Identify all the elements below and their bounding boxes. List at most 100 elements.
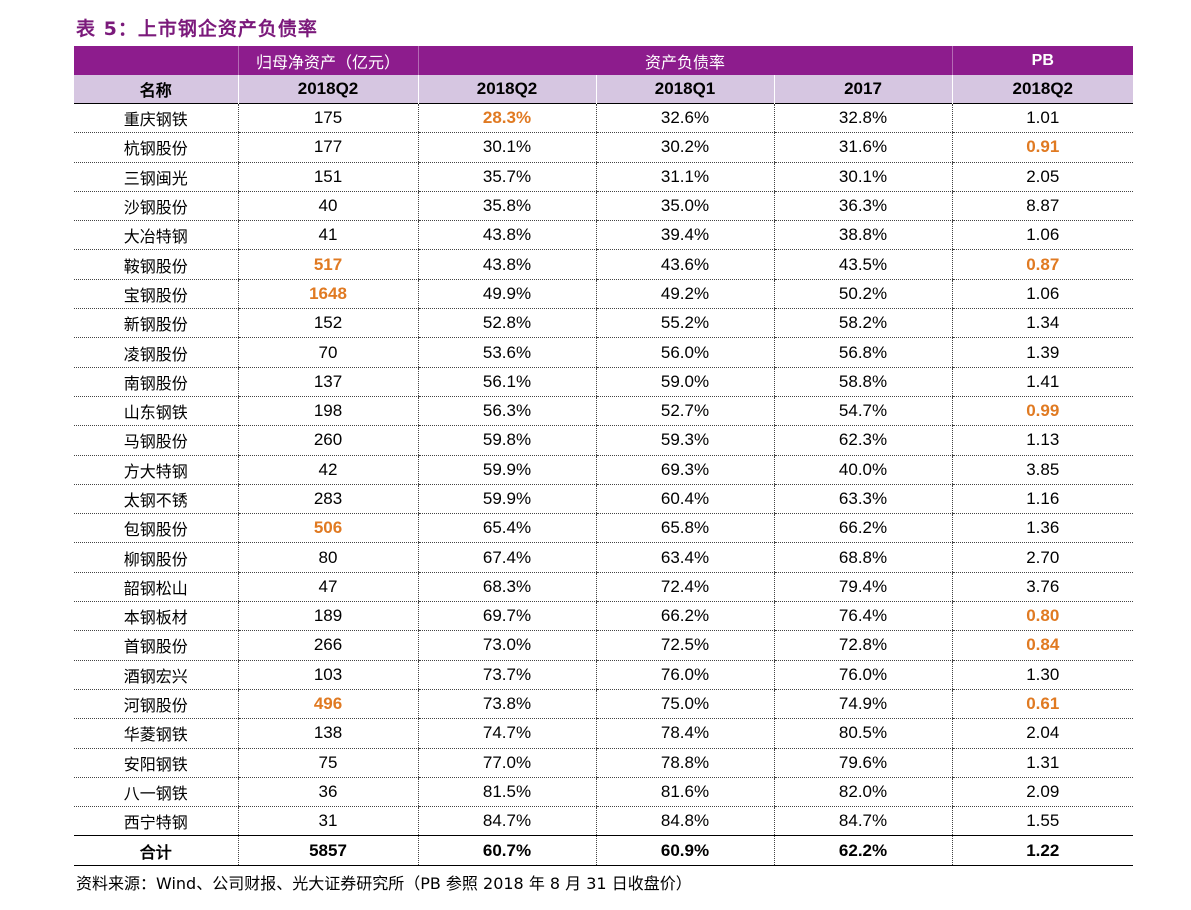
equity-cell: 137 bbox=[237, 367, 418, 397]
pb-cell: 2.04 bbox=[951, 718, 1134, 749]
company-name-cell: 包钢股份 bbox=[74, 513, 238, 544]
pb-cell: 1.36 bbox=[951, 513, 1134, 544]
table-row: 八一钢铁 36 81.5% 81.6% 82.0% 2.09 bbox=[74, 777, 1134, 808]
equity-cell: 75 bbox=[237, 748, 418, 778]
company-name-cell: 大冶特钢 bbox=[74, 220, 238, 251]
debt-2018q1-cell: 78.4% bbox=[595, 718, 774, 749]
table-row: 沙钢股份 40 35.8% 35.0% 36.3% 8.87 bbox=[74, 191, 1134, 222]
debt-2017-cell: 31.6% bbox=[773, 132, 953, 163]
debt-2018q2-cell: 73.7% bbox=[417, 660, 596, 690]
table-row: 杭钢股份 177 30.1% 30.2% 31.6% 0.91 bbox=[74, 132, 1134, 163]
debt-2018q1-cell: 81.6% bbox=[595, 777, 774, 808]
debt-2017-cell: 63.3% bbox=[773, 484, 953, 515]
table-row: 河钢股份 496 73.8% 75.0% 74.9% 0.61 bbox=[74, 689, 1134, 720]
table-row: 柳钢股份 80 67.4% 63.4% 68.8% 2.70 bbox=[74, 542, 1134, 573]
table-row: 太钢不锈 283 59.9% 60.4% 63.3% 1.16 bbox=[74, 484, 1134, 515]
table-row: 宝钢股份 1648 49.9% 49.2% 50.2% 1.06 bbox=[74, 279, 1134, 310]
header-pb-2018q2: 2018Q2 bbox=[951, 75, 1134, 104]
company-name-cell: 南钢股份 bbox=[74, 367, 238, 397]
debt-2018q1-cell: 43.6% bbox=[595, 249, 774, 280]
debt-2018q2-cell: 35.7% bbox=[417, 162, 596, 192]
total-equity-cell: 5857 bbox=[237, 835, 418, 866]
company-name-cell: 安阳钢铁 bbox=[74, 748, 238, 778]
company-name-cell: 酒钢宏兴 bbox=[74, 660, 238, 690]
debt-2018q2-cell: 43.8% bbox=[417, 220, 596, 251]
header-debt-2018q2: 2018Q2 bbox=[417, 75, 596, 104]
debt-2018q1-cell: 60.4% bbox=[595, 484, 774, 515]
equity-cell: 506 bbox=[237, 513, 418, 544]
header-group-debt-ratio: 资产负债率 bbox=[417, 46, 953, 75]
pb-cell: 2.70 bbox=[951, 542, 1134, 573]
header-equity-2018q2: 2018Q2 bbox=[237, 75, 418, 104]
company-name-cell: 八一钢铁 bbox=[74, 777, 238, 808]
table-row: 首钢股份 266 73.0% 72.5% 72.8% 0.84 bbox=[74, 630, 1134, 661]
debt-2018q1-cell: 55.2% bbox=[595, 308, 774, 339]
debt-2018q1-cell: 63.4% bbox=[595, 542, 774, 573]
debt-2017-cell: 76.4% bbox=[773, 601, 953, 632]
table-row: 南钢股份 137 56.1% 59.0% 58.8% 1.41 bbox=[74, 367, 1134, 397]
debt-2018q1-cell: 56.0% bbox=[595, 337, 774, 368]
debt-2017-cell: 66.2% bbox=[773, 513, 953, 544]
equity-cell: 175 bbox=[237, 102, 418, 134]
debt-2018q1-cell: 78.8% bbox=[595, 748, 774, 778]
company-name-cell: 沙钢股份 bbox=[74, 191, 238, 222]
debt-2018q2-cell: 30.1% bbox=[417, 132, 596, 163]
debt-2017-cell: 54.7% bbox=[773, 396, 953, 427]
equity-cell: 151 bbox=[237, 162, 418, 192]
debt-2017-cell: 76.0% bbox=[773, 660, 953, 690]
equity-cell: 496 bbox=[237, 689, 418, 720]
pb-cell: 1.34 bbox=[951, 308, 1134, 339]
company-name-cell: 韶钢松山 bbox=[74, 572, 238, 603]
company-name-cell: 河钢股份 bbox=[74, 689, 238, 720]
pb-cell: 1.16 bbox=[951, 484, 1134, 515]
debt-2017-cell: 74.9% bbox=[773, 689, 953, 720]
pb-cell: 0.91 bbox=[951, 132, 1134, 163]
pb-cell: 2.05 bbox=[951, 162, 1134, 192]
pb-cell: 2.09 bbox=[951, 777, 1134, 808]
company-name-cell: 鞍钢股份 bbox=[74, 249, 238, 280]
total-debt-2018q2-cell: 60.7% bbox=[417, 835, 596, 866]
debt-2017-cell: 79.6% bbox=[773, 748, 953, 778]
debt-2018q1-cell: 39.4% bbox=[595, 220, 774, 251]
pb-cell: 1.31 bbox=[951, 748, 1134, 778]
company-name-cell: 西宁特钢 bbox=[74, 806, 238, 837]
debt-2018q2-cell: 35.8% bbox=[417, 191, 596, 222]
debt-2018q1-cell: 30.2% bbox=[595, 132, 774, 163]
debt-2017-cell: 84.7% bbox=[773, 806, 953, 837]
debt-2018q2-cell: 49.9% bbox=[417, 279, 596, 310]
debt-2018q2-cell: 53.6% bbox=[417, 337, 596, 368]
table-row: 华菱钢铁 138 74.7% 78.4% 80.5% 2.04 bbox=[74, 718, 1134, 749]
equity-cell: 80 bbox=[237, 542, 418, 573]
company-name-cell: 宝钢股份 bbox=[74, 279, 238, 310]
debt-2018q2-cell: 59.9% bbox=[417, 455, 596, 485]
table-row: 方大特钢 42 59.9% 69.3% 40.0% 3.85 bbox=[74, 455, 1134, 485]
debt-2018q1-cell: 72.5% bbox=[595, 630, 774, 661]
debt-2017-cell: 68.8% bbox=[773, 542, 953, 573]
equity-cell: 283 bbox=[237, 484, 418, 515]
header-debt-2017: 2017 bbox=[773, 75, 953, 104]
debt-2018q1-cell: 66.2% bbox=[595, 601, 774, 632]
total-debt-2017-cell: 62.2% bbox=[773, 835, 953, 866]
equity-cell: 198 bbox=[237, 396, 418, 427]
debt-2018q1-cell: 52.7% bbox=[595, 396, 774, 427]
company-name-cell: 马钢股份 bbox=[74, 425, 238, 456]
debt-2018q1-cell: 84.8% bbox=[595, 806, 774, 837]
header-group-equity: 归母净资产（亿元） bbox=[237, 46, 418, 75]
company-name-cell: 杭钢股份 bbox=[74, 132, 238, 163]
table-body: 重庆钢铁 175 28.3% 32.6% 32.8% 1.01 杭钢股份 177 30.1% 30… bbox=[74, 102, 1134, 866]
total-row: 合计 5857 60.7% 60.9% 62.2% 1.22 bbox=[74, 835, 1134, 866]
debt-2018q2-cell: 43.8% bbox=[417, 249, 596, 280]
equity-cell: 266 bbox=[237, 630, 418, 661]
total-company-name-cell: 合计 bbox=[74, 835, 238, 866]
pb-cell: 8.87 bbox=[951, 191, 1134, 222]
debt-2017-cell: 32.8% bbox=[773, 102, 953, 134]
table-row: 重庆钢铁 175 28.3% 32.6% 32.8% 1.01 bbox=[74, 102, 1134, 134]
debt-2018q1-cell: 76.0% bbox=[595, 660, 774, 690]
debt-2018q1-cell: 32.6% bbox=[595, 102, 774, 134]
table-row: 安阳钢铁 75 77.0% 78.8% 79.6% 1.31 bbox=[74, 748, 1134, 778]
debt-2018q2-cell: 52.8% bbox=[417, 308, 596, 339]
company-name-cell: 柳钢股份 bbox=[74, 542, 238, 573]
debt-2017-cell: 40.0% bbox=[773, 455, 953, 485]
equity-cell: 47 bbox=[237, 572, 418, 603]
debt-2017-cell: 58.8% bbox=[773, 367, 953, 397]
